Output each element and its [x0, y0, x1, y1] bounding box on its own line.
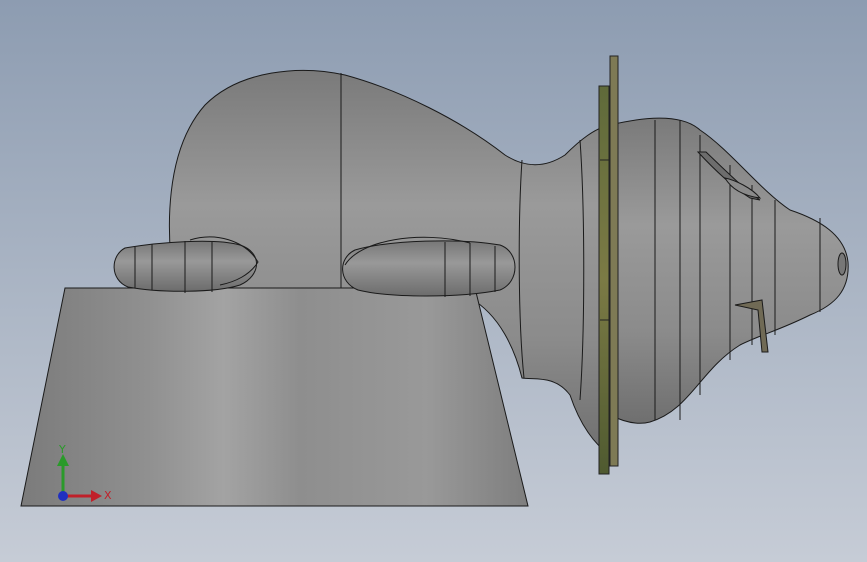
x-axis-label: X [104, 489, 112, 502]
nozzle-port[interactable] [837, 252, 847, 276]
cad-viewport[interactable]: Y X [0, 0, 867, 562]
support-pod-right[interactable] [342, 240, 516, 297]
flange-ring[interactable] [609, 55, 619, 467]
z-axis-dot [58, 491, 68, 501]
discharge-bulb[interactable] [609, 117, 849, 424]
model-canvas[interactable]: Y X [0, 0, 867, 562]
flange-plate[interactable] [598, 85, 610, 475]
pedestal-base[interactable] [20, 287, 529, 507]
y-axis-label: Y [58, 443, 66, 456]
